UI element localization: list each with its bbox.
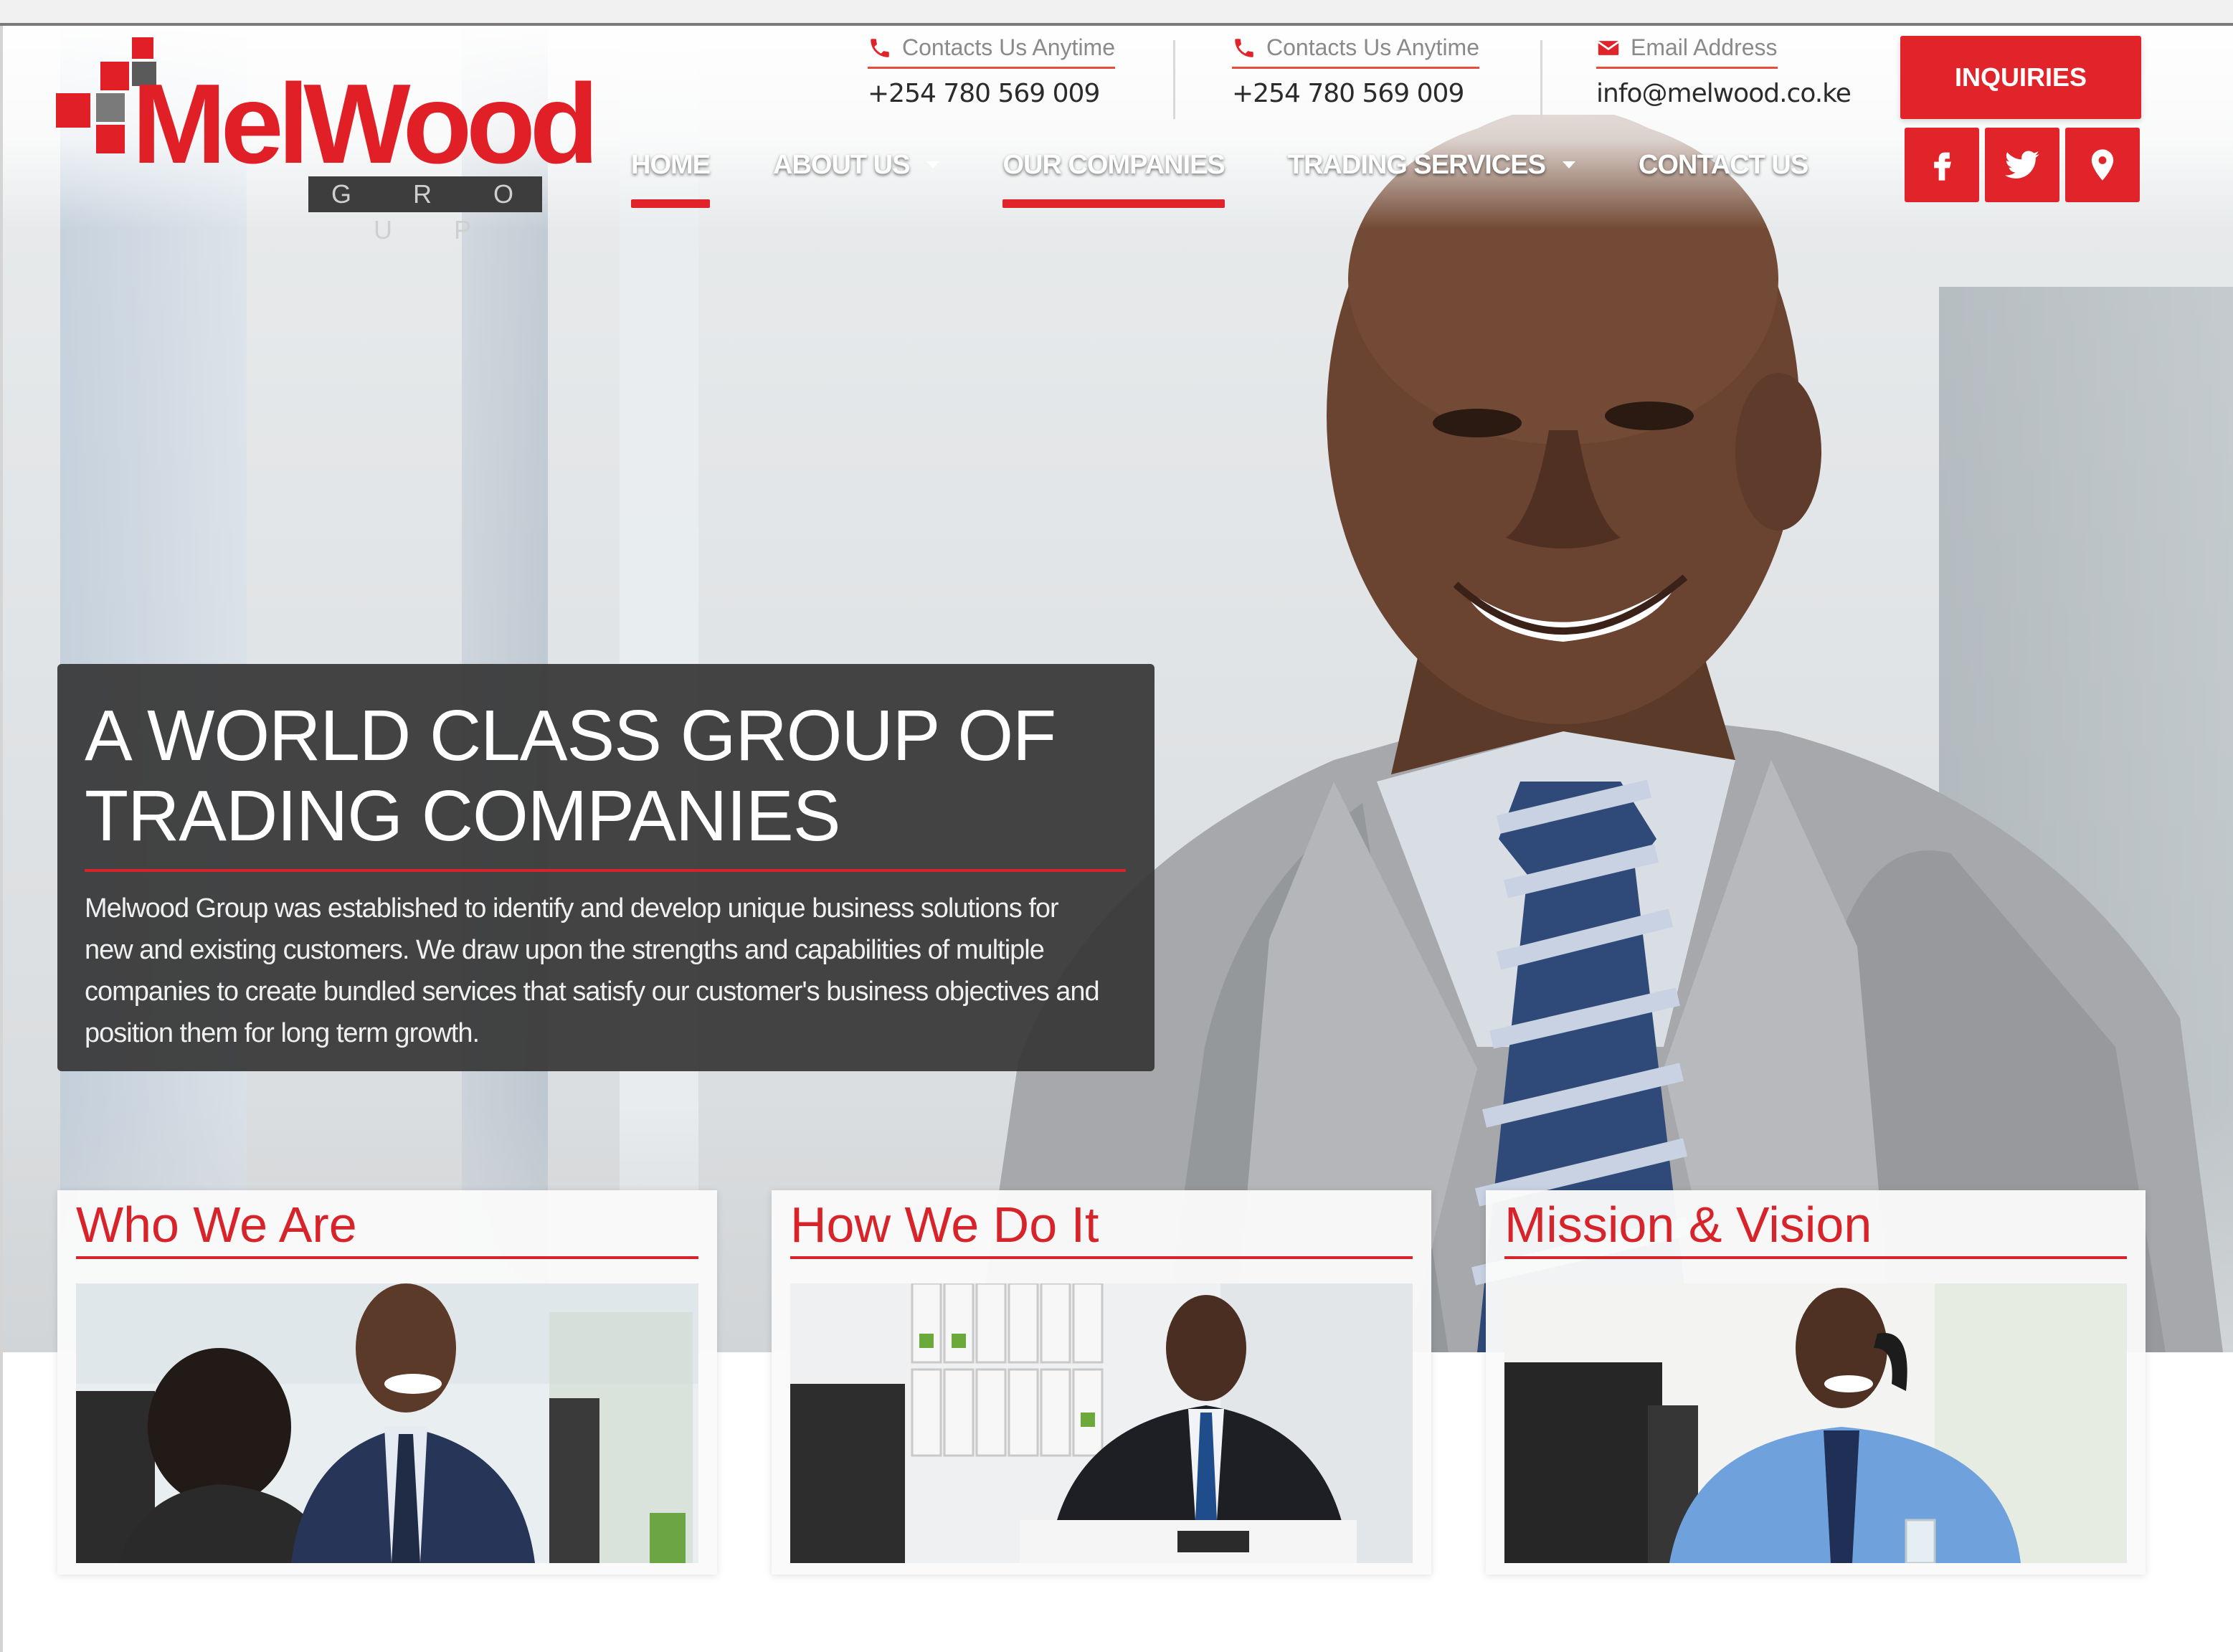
hero-caption-box: A WORLD CLASS GROUP OF TRADING COMPANIES… bbox=[57, 664, 1155, 1071]
main-navigation: HOME ABOUT US OUR COMPANIES TRADING SERV… bbox=[631, 143, 1871, 208]
logo-wordmark: MelWood bbox=[132, 61, 599, 187]
logo-group-label: G R O U P bbox=[308, 176, 542, 245]
chevron-down-icon bbox=[926, 161, 940, 168]
contact-label: Email Address bbox=[1631, 34, 1778, 60]
location-button[interactable] bbox=[2065, 128, 2140, 202]
location-pin-icon bbox=[2091, 149, 2114, 181]
hero-description: Melwood Group was established to identif… bbox=[85, 893, 1100, 1048]
card-divider bbox=[76, 1256, 698, 1259]
card-how-we-do-it[interactable]: How We Do It bbox=[772, 1190, 1431, 1575]
contact-email-address[interactable]: info@melwood.co.ke bbox=[1596, 79, 1852, 108]
card-divider bbox=[790, 1256, 1413, 1259]
browser-top-bar bbox=[0, 0, 2233, 26]
contact-label: Contacts Us Anytime bbox=[1266, 34, 1479, 60]
phone-icon bbox=[1235, 38, 1253, 57]
card-photo-office-work bbox=[790, 1283, 1413, 1563]
facebook-button[interactable] bbox=[1905, 128, 1979, 202]
card-photo-phone-call bbox=[1504, 1283, 2127, 1563]
inquiries-button[interactable]: INQUIRIES bbox=[1900, 36, 2141, 119]
card-title: Mission & Vision bbox=[1504, 1197, 1872, 1253]
facebook-icon bbox=[1934, 152, 1951, 181]
phone-icon bbox=[871, 38, 889, 57]
nav-contact-us[interactable]: CONTACT US bbox=[1639, 143, 1808, 186]
card-title: Who We Are bbox=[76, 1197, 357, 1253]
divider bbox=[1173, 40, 1175, 119]
card-photo-meeting bbox=[76, 1283, 698, 1563]
card-title: How We Do It bbox=[790, 1197, 1099, 1253]
nav-trading-services[interactable]: TRADING SERVICES bbox=[1288, 143, 1575, 186]
twitter-button[interactable] bbox=[1985, 128, 2059, 202]
card-divider bbox=[1504, 1256, 2127, 1259]
contact-phone-2: Contacts Us Anytime +254 780 569 009 bbox=[1232, 34, 1479, 128]
card-who-we-are[interactable]: Who We Are bbox=[57, 1190, 717, 1575]
twitter-icon bbox=[2005, 151, 2039, 179]
card-mission-vision[interactable]: Mission & Vision bbox=[1486, 1190, 2146, 1575]
contact-label: Contacts Us Anytime bbox=[902, 34, 1115, 60]
contact-email: Email Address info@melwood.co.ke bbox=[1596, 34, 1852, 128]
chevron-down-icon bbox=[1562, 161, 1575, 168]
caption-divider bbox=[85, 869, 1126, 872]
envelope-icon bbox=[1598, 40, 1619, 55]
nav-home[interactable]: HOME bbox=[631, 143, 711, 208]
nav-our-companies[interactable]: OUR COMPANIES bbox=[1002, 143, 1225, 208]
contact-phone-1: Contacts Us Anytime +254 780 569 009 bbox=[868, 34, 1115, 128]
melwood-logo[interactable]: MelWood G R O U P bbox=[56, 36, 599, 245]
contact-phone-number[interactable]: +254 780 569 009 bbox=[1232, 79, 1479, 108]
hero-title: A WORLD CLASS GROUP OF TRADING COMPANIES bbox=[85, 696, 1056, 856]
divider bbox=[1540, 40, 1542, 119]
nav-about-us[interactable]: ABOUT US bbox=[773, 143, 940, 186]
contact-phone-number[interactable]: +254 780 569 009 bbox=[868, 79, 1115, 108]
